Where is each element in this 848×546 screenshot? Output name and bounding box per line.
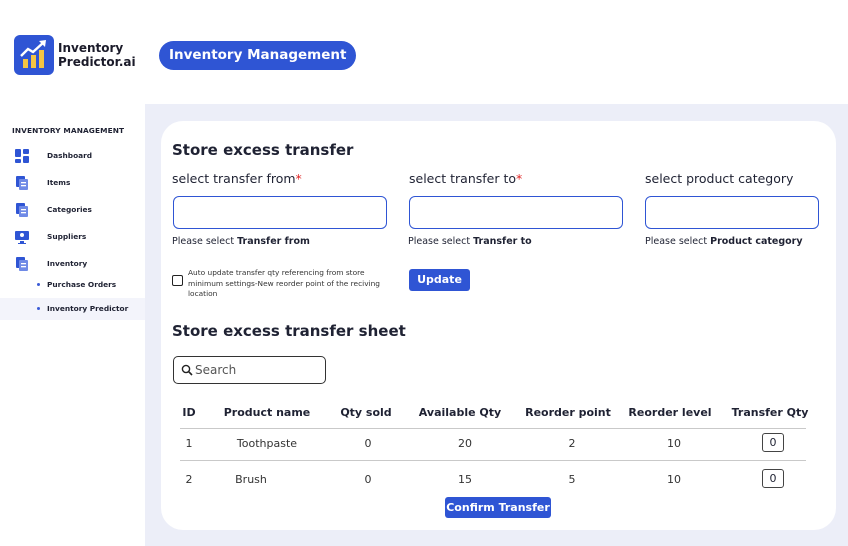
product-category-label: select product category: [645, 171, 794, 186]
sidebar-item-inventory[interactable]: Inventory: [0, 255, 145, 275]
search-placeholder: Search: [195, 363, 237, 377]
bullet-icon: [37, 283, 40, 286]
auto-update-label: Auto update transfer qty referencing fro…: [188, 268, 381, 298]
sidebar-subitem-label: Inventory Predictor: [47, 304, 129, 313]
column-header-id: ID: [182, 406, 196, 419]
hint-prefix: Please select: [172, 236, 238, 247]
search-icon: [181, 364, 193, 376]
brand-name-line2: Predictor.ai: [58, 55, 136, 69]
transfer-to-hint: Please select Transfer to: [408, 236, 532, 247]
divider: [180, 428, 806, 429]
column-header-available-qty: Available Qty: [418, 406, 502, 419]
auto-update-checkbox[interactable]: [172, 275, 183, 286]
divider: [180, 460, 806, 461]
sidebar-subitem-label: Purchase Orders: [47, 280, 117, 289]
column-header-transfer-qty: Transfer Qty: [731, 406, 809, 419]
hint-bold: Transfer from: [237, 236, 310, 247]
bullet-icon: [37, 307, 40, 310]
sidebar-item-items[interactable]: Items: [0, 174, 145, 194]
cell-reorder-level: 10: [667, 473, 681, 486]
page-header-title[interactable]: Inventory Management: [159, 41, 357, 70]
suppliers-icon: [15, 231, 29, 244]
inventory-icon: [16, 257, 28, 271]
cell-id: 1: [185, 437, 193, 450]
product-category-hint: Please select Product category: [645, 236, 803, 247]
search-input[interactable]: Search: [173, 356, 326, 384]
sheet-title: Store excess transfer sheet: [172, 322, 406, 340]
transfer-to-select[interactable]: [409, 196, 623, 229]
categories-icon: [16, 203, 28, 217]
logo-icon: [14, 35, 54, 75]
sidebar-item-dashboard[interactable]: Dashboard: [0, 147, 145, 167]
cell-reorder-level: 10: [667, 437, 681, 450]
hint-bold: Product category: [710, 236, 803, 247]
transfer-to-label-text: select transfer to: [409, 171, 517, 186]
sidebar-item-label: Dashboard: [47, 151, 93, 160]
cell-available-qty: 20: [458, 437, 472, 450]
sidebar-item-label: Items: [47, 178, 71, 187]
sidebar-subitem-inventory-predictor[interactable]: Inventory Predictor: [0, 298, 145, 320]
transfer-title: Store excess transfer: [172, 141, 354, 159]
hint-bold: Transfer to: [473, 236, 532, 247]
required-mark: *: [295, 171, 302, 186]
transfer-to-label: select transfer to*: [409, 171, 522, 186]
column-header-product-name: Product name: [223, 406, 311, 419]
hint-prefix: Please select: [645, 236, 711, 247]
dashboard-icon: [15, 149, 29, 163]
transfer-qty-input[interactable]: 0: [762, 469, 784, 488]
update-button[interactable]: Update: [409, 269, 470, 291]
column-header-reorder-point: Reorder point: [525, 406, 611, 419]
sidebar: [0, 104, 145, 546]
cell-product-name: Toothpaste: [236, 437, 298, 450]
cell-available-qty: 15: [458, 473, 472, 486]
cell-product-name: Brush: [235, 473, 267, 486]
sidebar-item-label: Inventory: [47, 259, 88, 268]
cell-qty-sold: 0: [364, 473, 372, 486]
sidebar-item-label: Categories: [47, 205, 92, 214]
sidebar-heading: INVENTORY MANAGEMENT: [12, 126, 125, 135]
items-icon: [16, 176, 28, 190]
brand-name: Inventory Predictor.ai: [58, 41, 136, 69]
sidebar-item-suppliers[interactable]: Suppliers: [0, 228, 145, 248]
cell-id: 2: [185, 473, 193, 486]
cell-reorder-point: 2: [568, 437, 576, 450]
cell-reorder-point: 5: [568, 473, 576, 486]
sidebar-item-label: Suppliers: [47, 232, 87, 241]
hint-prefix: Please select: [408, 236, 474, 247]
brand-name-line1: Inventory: [58, 41, 124, 55]
transfer-from-label-text: select transfer from: [172, 171, 296, 186]
sidebar-item-categories[interactable]: Categories: [0, 201, 145, 221]
transfer-qty-input[interactable]: 0: [762, 433, 784, 452]
transfer-from-label: select transfer from*: [172, 171, 302, 186]
transfer-from-hint: Please select Transfer from: [172, 236, 310, 247]
confirm-transfer-button[interactable]: Confirm Transfer: [445, 497, 551, 518]
cell-qty-sold: 0: [364, 437, 372, 450]
product-category-select[interactable]: [645, 196, 819, 229]
column-header-qty-sold: Qty sold: [340, 406, 392, 419]
column-header-reorder-level: Reorder level: [628, 406, 712, 419]
transfer-from-select[interactable]: [173, 196, 387, 229]
required-mark: *: [516, 171, 523, 186]
sidebar-subitem-purchase-orders[interactable]: Purchase Orders: [0, 274, 145, 296]
